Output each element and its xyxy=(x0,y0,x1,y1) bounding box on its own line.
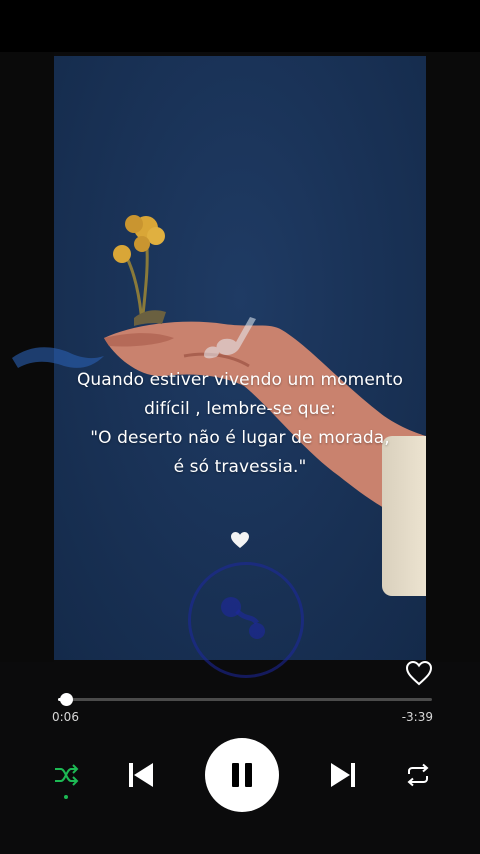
quote-line: difícil , lembre-se que: xyxy=(144,399,336,419)
progress-handle[interactable] xyxy=(60,693,74,706)
shuffle-icon xyxy=(55,764,79,786)
skip-next-icon xyxy=(331,763,355,787)
music-note-watermark-icon xyxy=(204,317,256,359)
repeat-button[interactable] xyxy=(404,762,432,788)
time-elapsed: 0:06 xyxy=(52,710,79,724)
shuffle-active-indicator xyxy=(64,795,68,799)
repeat-icon xyxy=(407,763,429,787)
next-track-button[interactable] xyxy=(328,760,358,790)
progress-bar[interactable] xyxy=(58,693,432,706)
watermark-logo-icon xyxy=(221,597,265,639)
right-margin xyxy=(426,52,480,662)
quote-line: é só travessia." xyxy=(173,457,307,477)
shuffle-button[interactable] xyxy=(52,762,80,788)
previous-track-button[interactable] xyxy=(126,760,156,790)
like-button[interactable] xyxy=(405,660,433,686)
quote-line: "O deserto não é lugar de morada, xyxy=(90,428,390,448)
time-remaining: -3:39 xyxy=(401,710,433,724)
heart-decoration-icon xyxy=(231,532,249,548)
skip-previous-icon xyxy=(129,763,153,787)
pause-icon xyxy=(232,763,252,787)
play-pause-button[interactable] xyxy=(205,738,279,812)
watermark-logo xyxy=(188,562,304,678)
status-bar xyxy=(0,0,480,52)
quote-text: Quando estiver vivendo um momento difíci… xyxy=(54,366,426,482)
heart-outline-icon xyxy=(405,660,433,686)
quote-line: Quando estiver vivendo um momento xyxy=(76,370,404,390)
